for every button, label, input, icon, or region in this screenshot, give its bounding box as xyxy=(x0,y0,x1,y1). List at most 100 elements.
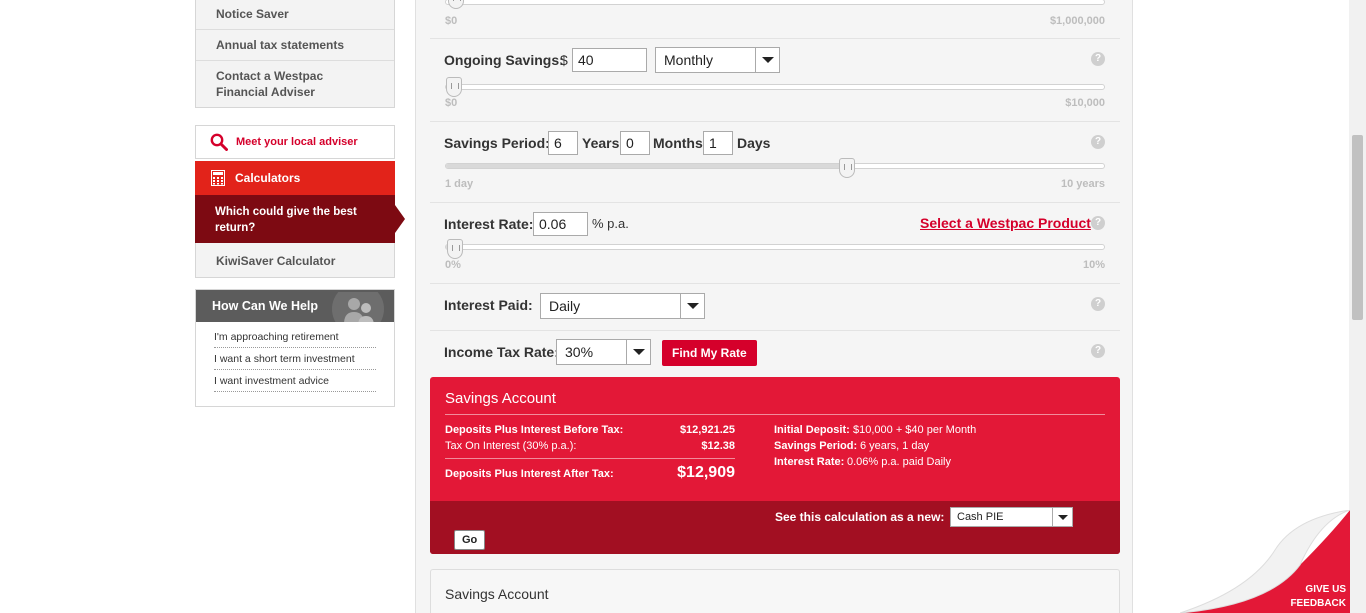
sidebar-item-contact-adviser[interactable]: Contact a Westpac Financial Adviser xyxy=(196,61,394,107)
sidebar-item-best-return[interactable]: Which could give the best return? xyxy=(195,195,405,243)
help-icon[interactable]: ? xyxy=(1091,344,1105,358)
go-button[interactable]: Go xyxy=(454,530,486,550)
currency-symbol: $ xyxy=(560,52,568,68)
feedback-tab[interactable]: GIVE US FEEDBACK xyxy=(1179,509,1351,613)
ongoing-savings-row: Ongoing Savings: $ 40 Monthly ? $0 $10,0… xyxy=(430,39,1120,122)
interest-rate-input[interactable]: 0.06 xyxy=(533,212,588,236)
meet-adviser-link[interactable]: Meet your local adviser xyxy=(195,125,395,159)
years-label: Years xyxy=(582,135,620,151)
chevron-down-icon xyxy=(1052,508,1072,526)
interest-rate-row: Interest Rate: 0.06 % p.a. Select a West… xyxy=(430,203,1120,284)
help-header: How Can We Help xyxy=(196,290,394,322)
initial-deposit-row: $0 $1,000,000 xyxy=(430,0,1120,39)
select-product-link[interactable]: Select a Westpac Product xyxy=(920,215,1091,231)
period-summary-value: 6 years, 1 day xyxy=(860,440,930,452)
calculators-header[interactable]: Calculators xyxy=(195,161,395,195)
search-icon xyxy=(210,133,228,151)
page: Notice Saver Annual tax statements Conta… xyxy=(0,0,1366,613)
sidebar-nav: Notice Saver Annual tax statements Conta… xyxy=(195,0,395,108)
interest-min: 0% xyxy=(445,259,461,271)
scrollbar-thumb[interactable] xyxy=(1352,135,1363,320)
months-input[interactable]: 0 xyxy=(620,131,650,155)
income-tax-select[interactable]: 30% xyxy=(556,339,651,365)
ongoing-slider-track[interactable] xyxy=(445,84,1105,90)
feedback-label: GIVE US FEEDBACK xyxy=(1290,583,1346,611)
see-calculation-label: See this calculation as a new: xyxy=(775,510,945,524)
sidebar-item-notice-saver[interactable]: Notice Saver xyxy=(196,0,394,30)
help-icon[interactable]: ? xyxy=(1091,297,1105,311)
income-tax-value: 30% xyxy=(565,344,594,360)
income-tax-label: Income Tax Rate: xyxy=(444,344,559,360)
feedback-line-2: FEEDBACK xyxy=(1290,598,1346,609)
days-input[interactable]: 1 xyxy=(703,131,733,155)
interest-paid-select[interactable]: Daily xyxy=(540,293,705,319)
interest-slider-track[interactable] xyxy=(445,244,1105,250)
help-link-retirement[interactable]: I'm approaching retirement xyxy=(214,326,376,348)
help-icon[interactable]: ? xyxy=(1091,216,1105,230)
interest-unit: % p.a. xyxy=(592,216,629,231)
period-min: 1 day xyxy=(445,178,474,190)
initial-deposit-label: Initial Deposit: xyxy=(774,424,850,436)
chevron-down-icon xyxy=(755,48,779,72)
ongoing-max: $10,000 xyxy=(1065,97,1105,109)
help-icon[interactable]: ? xyxy=(1091,135,1105,149)
years-input[interactable]: 6 xyxy=(548,131,578,155)
scrollbar[interactable] xyxy=(1349,0,1366,613)
deposit-slider-handle[interactable] xyxy=(448,0,464,9)
help-title: How Can We Help xyxy=(212,299,319,313)
find-my-rate-button[interactable]: Find My Rate xyxy=(662,340,757,366)
ongoing-savings-label: Ongoing Savings: xyxy=(444,52,564,68)
after-tax-label: Deposits Plus Interest After Tax: xyxy=(445,468,614,480)
period-slider-fill xyxy=(446,164,842,168)
ongoing-min: $0 xyxy=(445,97,458,109)
tax-label: Tax On Interest (30% p.a.): xyxy=(445,440,577,452)
frequency-select[interactable]: Monthly xyxy=(655,47,780,73)
ongoing-slider-handle[interactable] xyxy=(445,77,462,97)
savings-period-label: Savings Period: xyxy=(444,135,550,151)
period-slider-track[interactable] xyxy=(445,163,1105,169)
calculators-label: Calculators xyxy=(235,171,301,185)
interest-max: 10% xyxy=(1082,259,1105,271)
after-tax-value: $12,909 xyxy=(677,464,735,481)
before-tax-label: Deposits Plus Interest Before Tax: xyxy=(445,424,624,436)
interest-paid-value: Daily xyxy=(549,298,581,314)
days-label: Days xyxy=(737,135,771,151)
result-title: Savings Account xyxy=(445,390,556,407)
deposit-slider-track[interactable] xyxy=(445,0,1105,5)
sidebar-item-annual-tax[interactable]: Annual tax statements xyxy=(196,30,394,61)
help-icon[interactable]: ? xyxy=(1091,52,1105,66)
initial-deposit-value: $10,000 + $40 per Month xyxy=(853,424,977,436)
frequency-value: Monthly xyxy=(664,52,714,68)
calculator-icon xyxy=(211,170,225,186)
rate-summary-label: Interest Rate: xyxy=(774,456,845,468)
feedback-line-1: GIVE US xyxy=(1305,584,1346,595)
period-summary-label: Savings Period: xyxy=(774,440,858,452)
tax-value: $12.38 xyxy=(701,440,735,452)
help-link-short-term[interactable]: I want a short term investment xyxy=(214,348,376,370)
second-result-panel: Savings Account xyxy=(430,569,1120,613)
meet-adviser-label: Meet your local adviser xyxy=(236,136,358,148)
before-tax-value: $12,921.25 xyxy=(679,424,735,436)
people-icon xyxy=(332,292,384,322)
months-label: Months xyxy=(653,135,703,151)
ongoing-savings-input[interactable]: 40 xyxy=(572,48,647,72)
interest-slider-handle[interactable] xyxy=(446,239,463,259)
help-link-investment-advice[interactable]: I want investment advice xyxy=(214,370,376,392)
chevron-down-icon xyxy=(680,294,704,318)
interest-paid-row: Interest Paid: Daily ? xyxy=(430,284,1120,331)
interest-rate-label: Interest Rate: xyxy=(444,216,534,232)
period-slider-handle[interactable] xyxy=(839,158,855,178)
result-panel: Savings Account Deposits Plus Interest B… xyxy=(430,377,1120,554)
result-separator xyxy=(445,458,735,459)
result-divider xyxy=(445,414,1105,415)
sidebar-item-kiwisaver[interactable]: KiwiSaver Calculator xyxy=(195,243,395,278)
deposit-min: $0 xyxy=(445,15,458,27)
how-can-we-help-box: How Can We Help I'm approaching retireme… xyxy=(195,289,395,407)
account-type-select[interactable]: Cash PIE xyxy=(950,507,1073,527)
chevron-down-icon xyxy=(626,340,650,364)
rate-summary-value: 0.06% p.a. paid Daily xyxy=(847,456,951,468)
period-max: 10 years xyxy=(1060,178,1105,190)
savings-period-row: Savings Period: 6 Years 0 Months 1 Days … xyxy=(430,122,1120,203)
deposit-max: $1,000,000 xyxy=(1049,15,1105,27)
account-type-value: Cash PIE xyxy=(957,511,1004,523)
